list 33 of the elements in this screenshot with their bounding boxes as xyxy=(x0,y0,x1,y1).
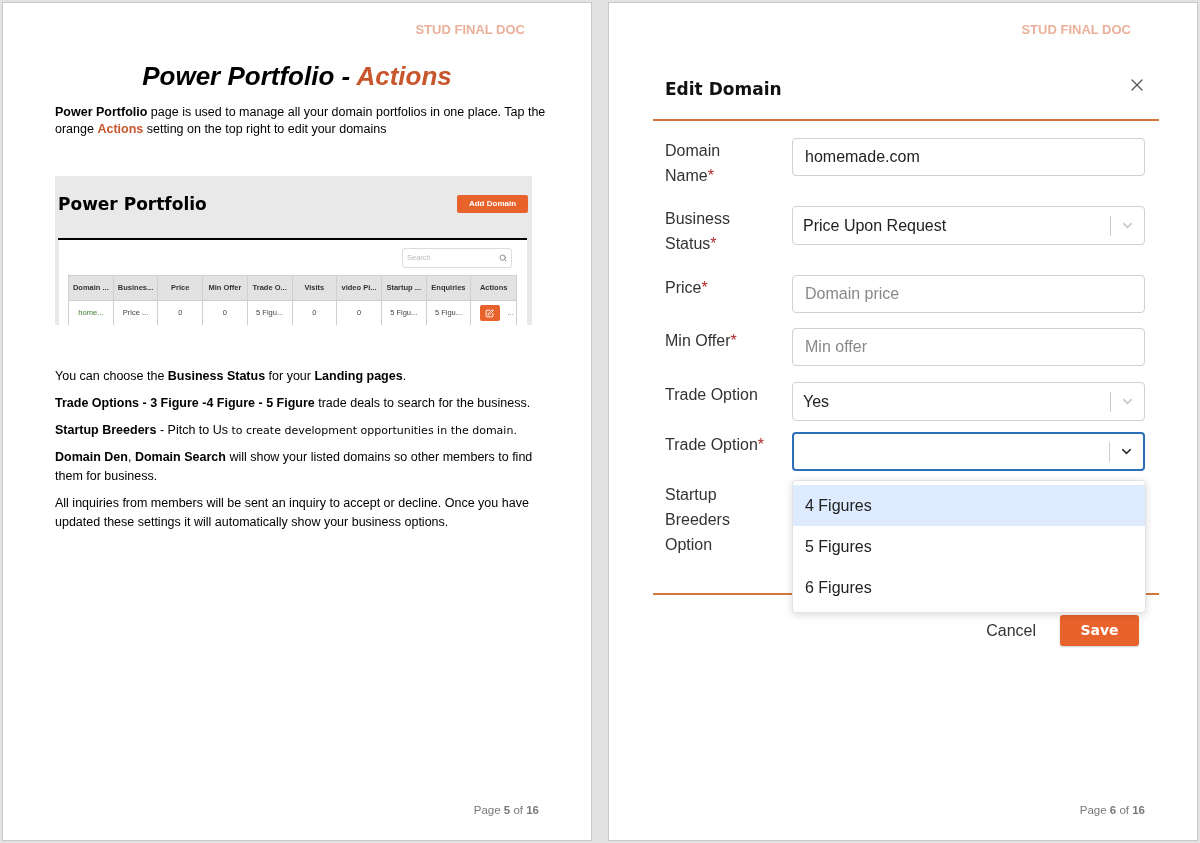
field-label: Domain Name* xyxy=(665,141,722,186)
page-number: Page 6 of 16 xyxy=(1079,803,1145,817)
pencil-square-icon xyxy=(485,308,494,318)
input-field[interactable]: Min offer xyxy=(792,328,1145,366)
document-header: STUD FINAL DOC xyxy=(415,22,525,38)
cancel-button[interactable]: Cancel xyxy=(984,615,1038,646)
field-label: Trade Option xyxy=(665,385,758,405)
dropdown-option[interactable]: 5 Figures xyxy=(793,526,1145,567)
intro-paragraph: Power Portfolio page is used to manage all your domain portfolios in one place. Tap the orange Actions setting on the top right to edit your domains xyxy=(55,104,547,138)
field-label: Startup Breeders Option xyxy=(665,485,731,555)
dialog-title: Edit Domain xyxy=(665,78,782,101)
body-paragraph: All inquiries from members will be sent an inquiry to accept or decline. Once you have updated these settings it will automatically show your business options. xyxy=(55,495,530,531)
body-paragraph: Trade Options - 3 Figure -4 Figure - 5 Figure trade deals to search for the business. xyxy=(55,395,532,412)
body-paragraph: Startup Breeders - Pitch to Us to create development opportunities in the domain. xyxy=(55,422,518,439)
document-header: STUD FINAL DOC xyxy=(1021,22,1131,38)
input-field[interactable]: Domain price xyxy=(792,275,1145,313)
page-number: Page 5 of 16 xyxy=(473,803,539,817)
search-icon xyxy=(499,254,507,262)
field-label: Min Offer* xyxy=(665,331,737,351)
select-field[interactable]: Yes xyxy=(792,382,1145,421)
body-paragraph: You can choose the Business Status for your Landing pages. xyxy=(55,368,408,385)
body-paragraph: Domain Den, Domain Search will show your listed domains so other members to find them for business. xyxy=(55,449,534,485)
dropdown-option[interactable]: 4 Figures xyxy=(793,485,1145,526)
field-label: Price* xyxy=(665,278,708,298)
select-field[interactable] xyxy=(792,432,1145,471)
select-field[interactable]: Price Upon Request xyxy=(792,206,1145,245)
page-title: Power Portfolio - Actions xyxy=(141,60,453,92)
dropdown-option[interactable]: 6 Figures xyxy=(793,567,1145,608)
field-label: Trade Option* xyxy=(665,435,765,455)
field-label: Business Status* xyxy=(665,209,731,254)
input-field[interactable]: homemade.com xyxy=(792,138,1145,176)
app-page-title: Power Portfolio xyxy=(58,193,207,215)
edit-button[interactable] xyxy=(479,305,500,321)
